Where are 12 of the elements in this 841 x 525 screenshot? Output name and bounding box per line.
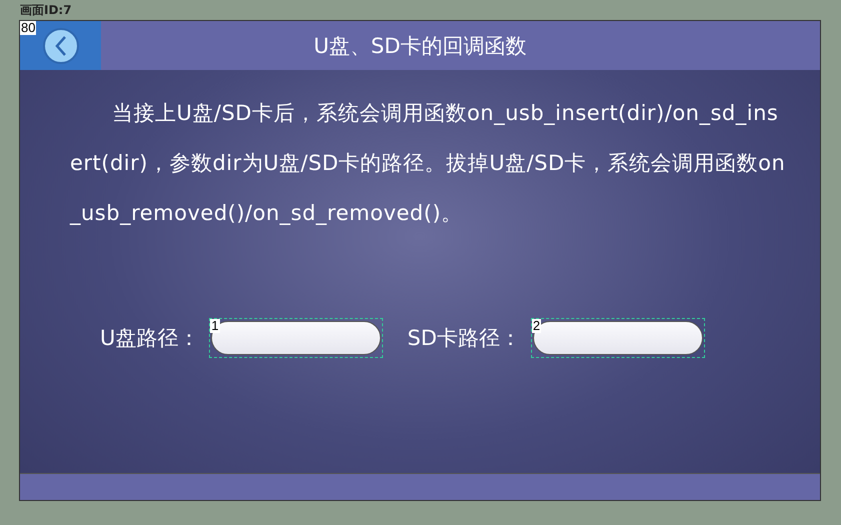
widget-id-tag: 1 xyxy=(210,319,220,333)
screen-id-label: 画面ID:7 xyxy=(20,2,72,18)
text-field[interactable]: 1 xyxy=(209,318,384,358)
text-field[interactable]: 2 xyxy=(530,318,705,358)
back-button[interactable]: 80 xyxy=(20,21,101,70)
description-text: 当接上U盘/SD卡后，系统会调用函数on_usb_insert(dir)/on_sd_insert(dir)，参数dir为U盘/SD卡的路径。拔掉U盘/SD卡，系统会调用函数on_usb_removed()/on_sd_removed()。 xyxy=(70,100,786,227)
widget-id-tag: 80 xyxy=(20,21,36,35)
field-label: SD卡路径： xyxy=(407,325,521,352)
screen-title: U盘、SD卡的回调函数 xyxy=(312,32,528,60)
chevron-left-icon xyxy=(52,34,68,56)
widget-id-tag: 2 xyxy=(532,319,542,333)
field-label: U盘路径： xyxy=(100,325,200,352)
